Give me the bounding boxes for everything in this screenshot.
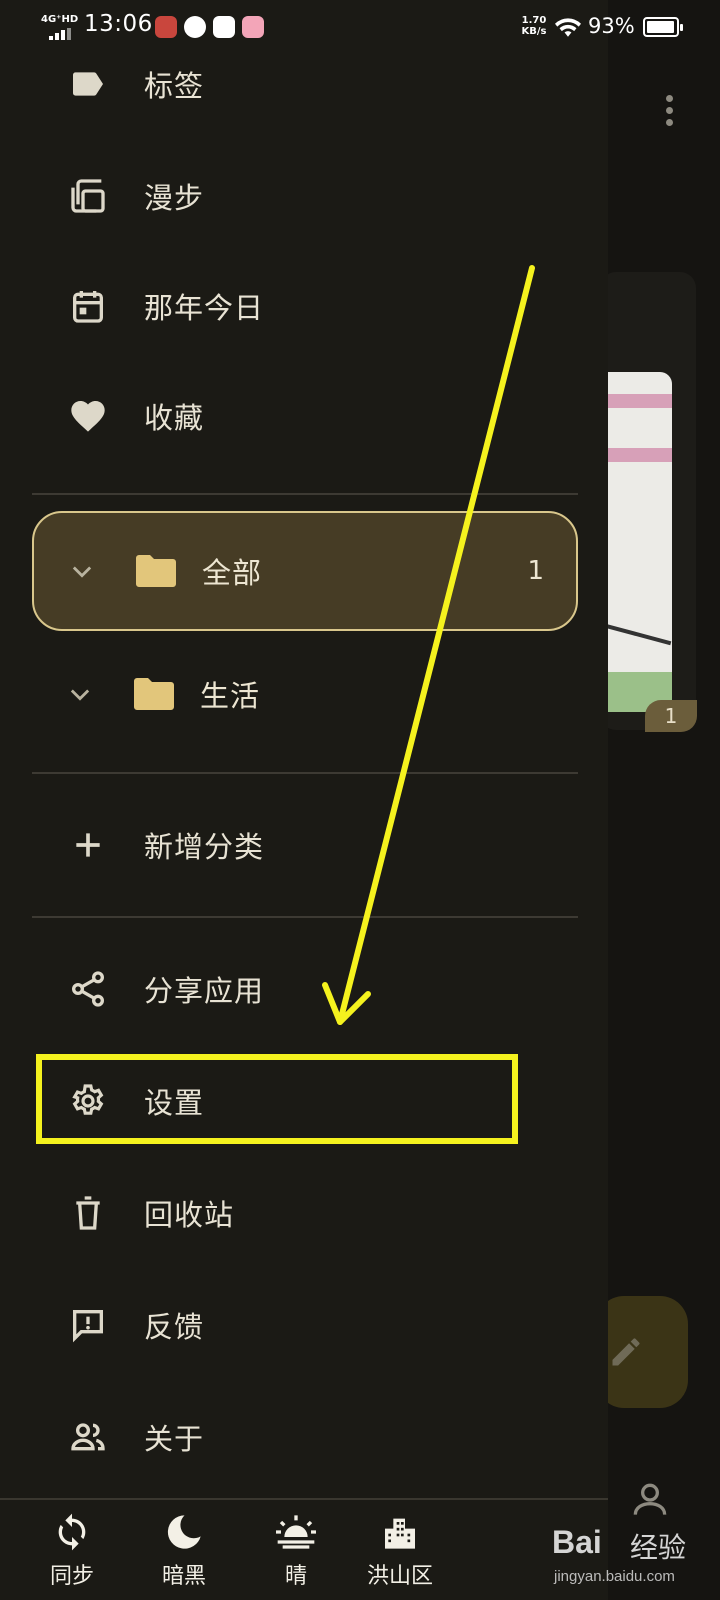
status-time: 13:06 — [84, 11, 153, 37]
location-button[interactable]: 洪山区 — [350, 1512, 450, 1600]
sync-icon — [58, 1513, 86, 1551]
annotation-highlight-box — [36, 1054, 518, 1144]
pencil-icon — [612, 1338, 640, 1366]
drawer-item-label: 收藏 — [144, 401, 205, 435]
note-photo — [600, 372, 672, 712]
moon-icon — [167, 1515, 201, 1549]
network-speed-value: 1.70 — [521, 15, 547, 26]
cellular-signal-icon: 4G⁺HD — [41, 14, 79, 40]
profile-icon[interactable] — [628, 1478, 672, 1522]
notification-mail-icon — [213, 16, 235, 38]
divider — [32, 772, 578, 774]
notification-app-icon — [155, 16, 177, 38]
battery-icon — [643, 17, 683, 37]
add-category-label: 新增分类 — [144, 830, 265, 864]
status-bar: 4G⁺HD 13:06 1.70 KB/s 93% — [0, 0, 720, 56]
folder-icon — [134, 678, 174, 710]
sunny-icon — [276, 1515, 316, 1549]
sync-button[interactable]: 同步 — [22, 1512, 122, 1600]
network-type: 4G⁺HD — [41, 14, 79, 25]
navigation-drawer: 标签 漫步 那年今日 收藏 全部 1 生活 新增分类 分享应用 设置 回收站 反… — [0, 0, 608, 1600]
baidu-watermark: Bai 经验 jingyan.baidu.com — [552, 1524, 712, 1592]
share-icon — [72, 971, 104, 1007]
network-speed: 1.70 KB/s — [518, 15, 550, 37]
folder-label: 生活 — [200, 679, 261, 713]
watermark-brand: Bai — [552, 1524, 602, 1560]
drawer-item-on-this-day[interactable]: 那年今日 — [32, 258, 578, 354]
feedback-icon — [73, 1310, 103, 1343]
bottom-bar-label: 暗黑 — [161, 1564, 206, 1589]
more-menu-icon[interactable] — [666, 95, 674, 131]
chevron-down-icon[interactable] — [68, 557, 96, 585]
city-icon — [385, 1518, 415, 1549]
bottom-bar-label: 洪山区 — [366, 1564, 433, 1589]
plus-icon — [76, 833, 100, 857]
wifi-icon — [555, 18, 581, 37]
folder-icon — [136, 555, 176, 587]
folder-count: 1 — [527, 556, 544, 586]
trash-icon — [76, 1196, 100, 1230]
drawer-item-label: 分享应用 — [144, 974, 265, 1008]
library-icon — [71, 179, 105, 213]
add-category-button[interactable]: 新增分类 — [32, 797, 578, 893]
bottom-bar-label: 同步 — [49, 1564, 94, 1589]
folder-item-all[interactable]: 全部 1 — [32, 511, 578, 631]
note-count-badge: 1 — [645, 700, 697, 732]
battery-percent: 93% — [588, 14, 635, 38]
drawer-item-label: 回收站 — [144, 1198, 235, 1232]
calendar-icon — [73, 291, 103, 323]
heart-icon — [71, 401, 105, 432]
edit-fab-button[interactable] — [596, 1296, 688, 1408]
drawer-item-label: 那年今日 — [144, 291, 265, 325]
label-icon — [73, 72, 103, 96]
drawer-item-label: 关于 — [144, 1422, 205, 1456]
drawer-item-feedback[interactable]: 反馈 — [32, 1277, 578, 1373]
folder-item-life[interactable]: 生活 — [32, 634, 578, 754]
drawer-item-label: 标签 — [144, 69, 205, 103]
drawer-item-stroll[interactable]: 漫步 — [32, 148, 578, 244]
bottom-bar-label: 晴 — [284, 1564, 307, 1589]
people-icon — [71, 1423, 105, 1451]
drawer-item-share-app[interactable]: 分享应用 — [32, 941, 578, 1037]
watermark-brand-cn: 经验 — [630, 1531, 687, 1564]
notification-app-icon — [184, 16, 206, 38]
notification-app-icon — [242, 16, 264, 38]
watermark-url: jingyan.baidu.com — [554, 1568, 675, 1585]
divider — [32, 493, 578, 495]
weather-button[interactable]: 晴 — [246, 1512, 346, 1600]
divider — [32, 916, 578, 918]
drawer-item-about[interactable]: 关于 — [32, 1389, 578, 1485]
drawer-item-trash[interactable]: 回收站 — [32, 1165, 578, 1261]
drawer-item-label: 漫步 — [144, 181, 205, 215]
network-speed-unit: KB/s — [521, 26, 547, 37]
chevron-down-icon[interactable] — [66, 680, 94, 708]
folder-label: 全部 — [202, 556, 263, 590]
dark-mode-button[interactable]: 暗黑 — [134, 1512, 234, 1600]
drawer-bottom-bar: 同步 暗黑 晴 洪山区 — [0, 1498, 608, 1600]
drawer-item-label: 反馈 — [144, 1310, 205, 1344]
drawer-item-favorites[interactable]: 收藏 — [32, 368, 578, 464]
